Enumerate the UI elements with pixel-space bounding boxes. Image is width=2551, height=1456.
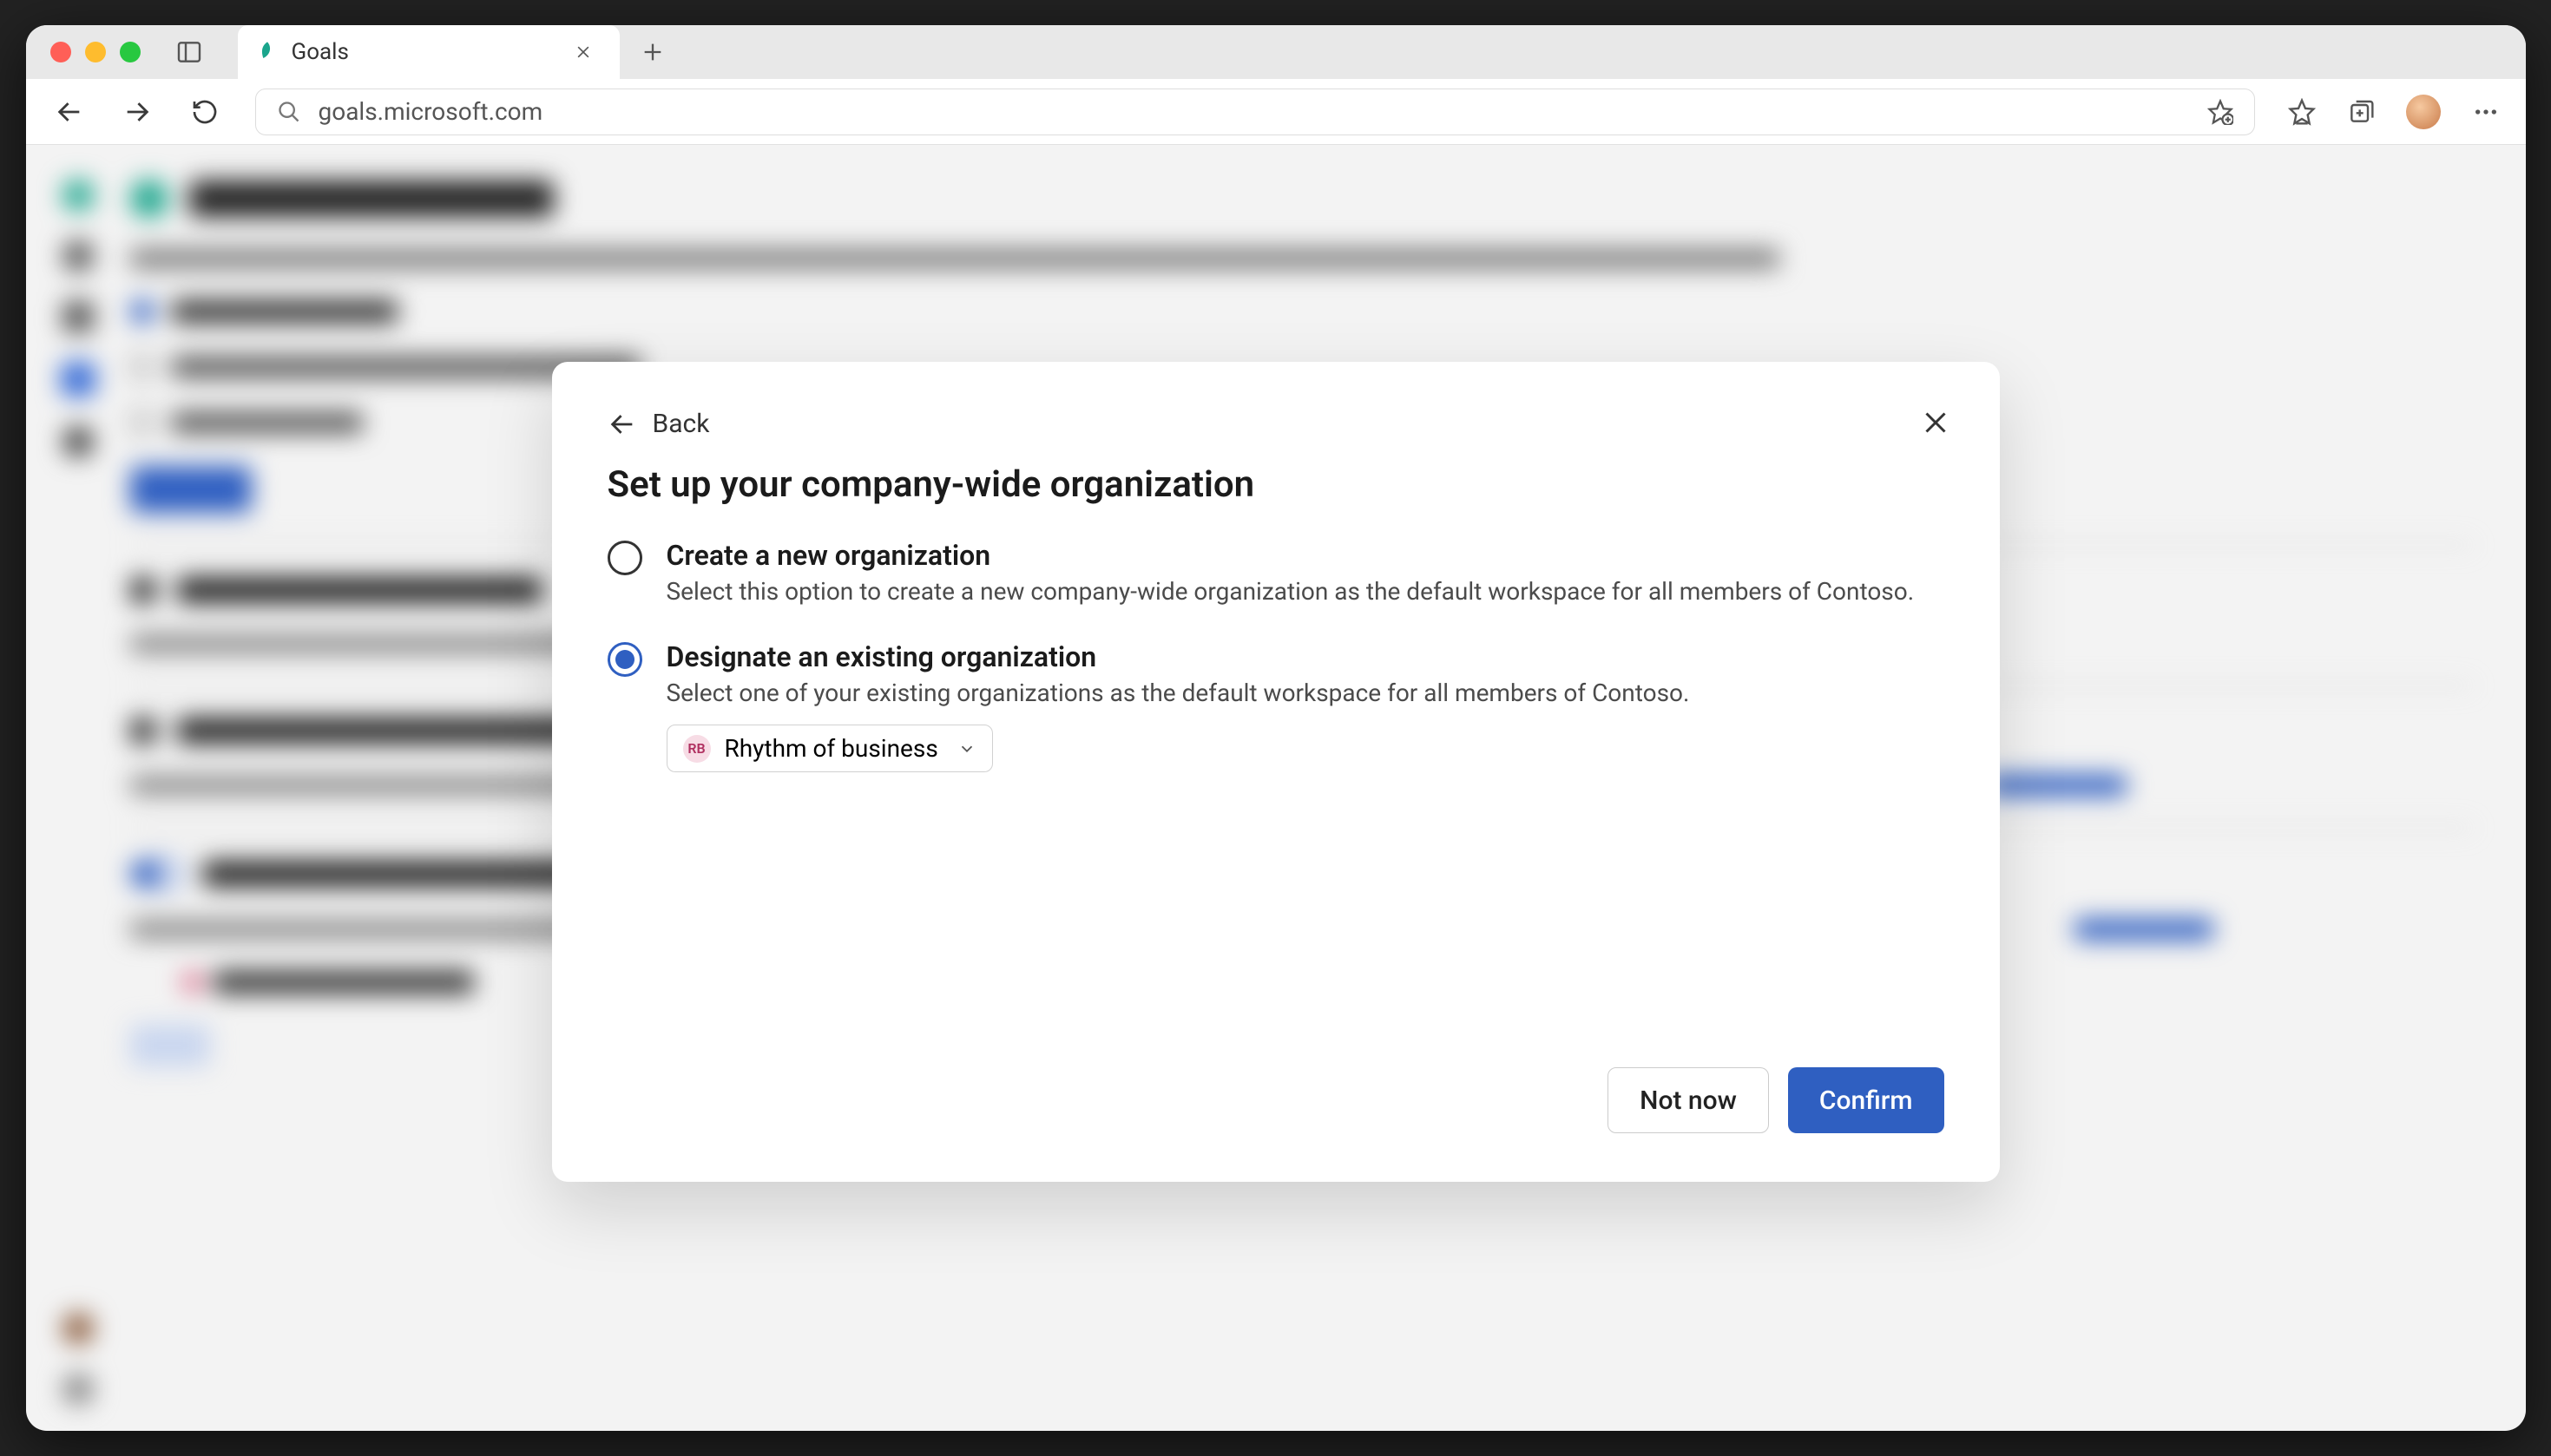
tab-favicon xyxy=(255,40,279,64)
modal-back-label: Back xyxy=(653,409,710,439)
radio-designate-existing[interactable] xyxy=(608,642,642,677)
profile-avatar[interactable] xyxy=(2406,95,2441,129)
window-maximize-button[interactable] xyxy=(120,42,141,62)
window-minimize-button[interactable] xyxy=(85,42,106,62)
traffic-lights xyxy=(50,42,141,62)
arrow-left-icon xyxy=(608,410,637,439)
option-designate-desc: Select one of your existing organization… xyxy=(667,679,1690,707)
collections-icon[interactable] xyxy=(2347,98,2375,126)
browser-toolbar: goals.microsoft.com xyxy=(26,79,2526,145)
new-tab-button[interactable] xyxy=(641,40,665,64)
org-badge: RB xyxy=(683,735,711,763)
option-designate-existing[interactable]: Designate an existing organization Selec… xyxy=(608,640,1944,772)
chevron-down-icon xyxy=(957,739,976,758)
modal-back-button[interactable]: Back xyxy=(608,409,1944,439)
tab-close-icon[interactable] xyxy=(575,43,592,61)
address-bar-text: goals.microsoft.com xyxy=(319,97,543,126)
modal-title: Set up your company-wide organization xyxy=(608,463,1944,506)
modal-overlay: Back Set up your company-wide organizati… xyxy=(26,145,2526,1431)
modal-footer: Not now Confirm xyxy=(608,1067,1944,1133)
modal-close-button[interactable] xyxy=(1920,407,1951,438)
sidebar-toggle-icon[interactable] xyxy=(175,38,203,66)
not-now-label: Not now xyxy=(1640,1085,1737,1116)
org-picker-selected: Rhythm of business xyxy=(725,734,938,763)
window-close-button[interactable] xyxy=(50,42,71,62)
radio-create-new[interactable] xyxy=(608,541,642,575)
not-now-button[interactable]: Not now xyxy=(1608,1067,1769,1133)
favorites-icon[interactable] xyxy=(2288,98,2316,126)
option-create-new[interactable]: Create a new organization Select this op… xyxy=(608,539,1944,606)
organization-picker[interactable]: RB Rhythm of business xyxy=(667,725,993,772)
titlebar: Goals xyxy=(26,25,2526,79)
refresh-icon[interactable] xyxy=(187,95,222,129)
option-create-desc: Select this option to create a new compa… xyxy=(667,577,1915,606)
setup-organization-modal: Back Set up your company-wide organizati… xyxy=(552,362,2000,1182)
address-bar[interactable]: goals.microsoft.com xyxy=(255,89,2255,135)
tab-title: Goals xyxy=(292,39,562,65)
option-designate-title: Designate an existing organization xyxy=(667,640,1690,673)
forward-icon[interactable] xyxy=(120,95,155,129)
close-icon xyxy=(1920,407,1951,438)
more-icon[interactable] xyxy=(2472,98,2500,126)
browser-window: Goals goals.microsoft.com xyxy=(26,25,2526,1431)
add-favorite-icon[interactable] xyxy=(2207,99,2233,125)
back-icon[interactable] xyxy=(52,95,87,129)
toolbar-right-icons xyxy=(2288,95,2500,129)
search-icon xyxy=(277,100,301,124)
confirm-button[interactable]: Confirm xyxy=(1788,1067,1944,1133)
option-create-title: Create a new organization xyxy=(667,539,1915,572)
browser-tab[interactable]: Goals xyxy=(238,25,620,79)
confirm-label: Confirm xyxy=(1819,1085,1913,1116)
